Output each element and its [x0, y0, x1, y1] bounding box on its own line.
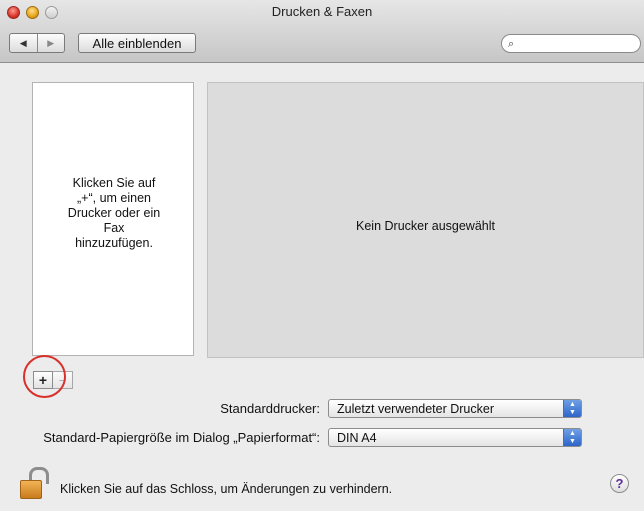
show-all-button[interactable]: Alle einblenden: [78, 33, 196, 53]
window-title: Drucken & Faxen: [271, 4, 373, 19]
title-bar: Drucken & Faxen ◀ ▶ Alle einblenden ⌕: [0, 0, 644, 63]
default-printer-value: Zuletzt verwendeter Drucker: [337, 402, 495, 416]
chevron-up-down-icon: ▲ ▼: [563, 429, 581, 446]
lock-body: [20, 480, 42, 499]
search-icon: ⌕: [508, 38, 515, 50]
no-printer-selected-message: Kein Drucker ausgewählt: [356, 219, 495, 233]
paper-size-popup[interactable]: DIN A4 ▲ ▼: [328, 428, 582, 447]
printer-detail-panel: Kein Drucker ausgewählt: [207, 82, 644, 358]
highlight-circle: [23, 355, 66, 398]
paper-size-value: DIN A4: [337, 431, 377, 445]
help-button[interactable]: ?: [610, 474, 629, 493]
search-field[interactable]: ⌕: [501, 34, 641, 53]
chevron-up-down-icon: ▲ ▼: [563, 400, 581, 417]
preferences-window: Drucken & Faxen ◀ ▶ Alle einblenden ⌕ Kl…: [0, 0, 644, 511]
printer-list[interactable]: Klicken Sie auf „+“, um einen Drucker od…: [32, 82, 194, 356]
lock-hint-text: Klicken Sie auf das Schloss, um Änderung…: [60, 482, 393, 496]
paper-size-label: Standard-Papiergröße im Dialog „Papierfo…: [43, 430, 320, 445]
default-printer-popup[interactable]: Zuletzt verwendeter Drucker ▲ ▼: [328, 399, 582, 418]
default-printer-label: Standarddrucker:: [220, 401, 320, 416]
empty-list-message: Klicken Sie auf „+“, um einen Drucker od…: [67, 176, 161, 250]
back-arrow-icon[interactable]: ◀: [10, 34, 38, 52]
lock-icon[interactable]: [16, 466, 50, 502]
forward-arrow-icon[interactable]: ▶: [38, 34, 65, 52]
back-forward-control: ◀ ▶: [9, 33, 65, 53]
